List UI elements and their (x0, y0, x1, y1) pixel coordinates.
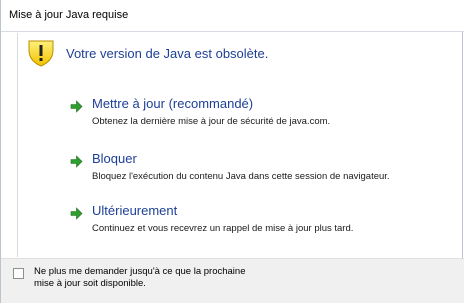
dialog-footer: Ne plus me demander jusqu'à ce que la pr… (1, 258, 464, 303)
green-arrow-icon (70, 207, 83, 220)
later-option-description: Continuez et vous recevrez un rappel de … (92, 223, 354, 234)
java-update-dialog: Mise à jour Java requise Votre version d… (0, 0, 464, 303)
later-option-title: Ultérieurement (92, 203, 178, 218)
later-option[interactable]: Ultérieurement Continuez et vous recevre… (70, 203, 430, 245)
header-row: Votre version de Java est obsolète. (26, 39, 446, 69)
green-arrow-icon (70, 100, 83, 113)
dialog-content: Votre version de Java est obsolète. Mett… (17, 33, 462, 257)
outdated-message: Votre version de Java est obsolète. (66, 46, 269, 61)
block-option[interactable]: Bloquer Bloquez l'exécution du contenu J… (70, 151, 430, 193)
warning-icon (28, 40, 54, 67)
update-option[interactable]: Mettre à jour (recommandé) Obtenez la de… (70, 96, 430, 138)
update-option-description: Obtenez la dernière mise à jour de sécur… (92, 116, 331, 127)
block-option-description: Bloquez l'exécution du contenu Java dans… (92, 171, 390, 182)
dont-ask-label-line2: mise à jour soit disponible. (34, 278, 146, 289)
green-arrow-icon (70, 155, 83, 168)
update-option-title: Mettre à jour (recommandé) (92, 96, 254, 111)
dont-ask-label[interactable]: Ne plus me demander jusqu'à ce que la pr… (34, 266, 294, 290)
dont-ask-label-line1: Ne plus me demander jusqu'à ce que la pr… (34, 266, 246, 277)
window-title: Mise à jour Java requise (9, 9, 129, 21)
block-option-title: Bloquer (92, 151, 137, 166)
title-bar: Mise à jour Java requise (1, 0, 464, 32)
dont-ask-checkbox[interactable] (13, 268, 24, 279)
